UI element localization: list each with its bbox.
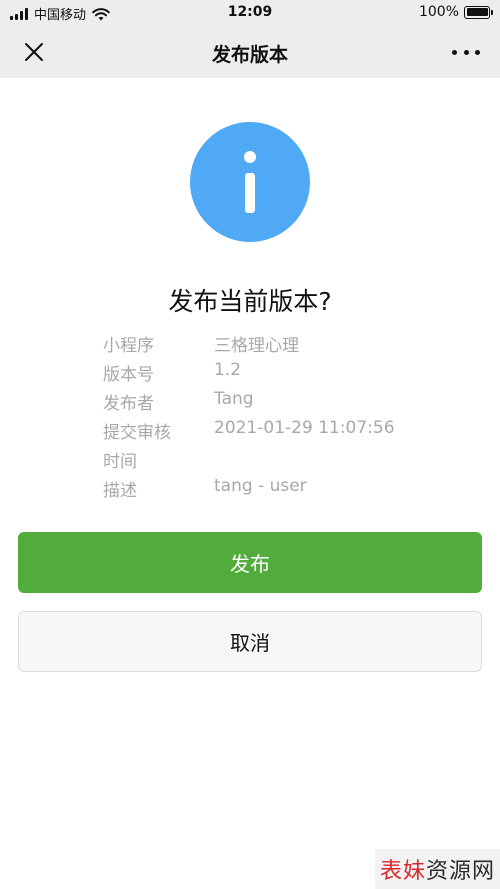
watermark-part1: 表妹 xyxy=(379,859,426,884)
navigation-bar: 发布版本 xyxy=(0,26,500,78)
cancel-button[interactable]: 取消 xyxy=(18,611,482,672)
close-icon[interactable] xyxy=(22,40,46,64)
detail-label: 时间 xyxy=(103,452,137,472)
more-dots-icon[interactable] xyxy=(452,48,480,56)
battery-icon xyxy=(464,5,493,19)
detail-label: 版本号 xyxy=(103,365,154,385)
status-bar: 中国移动 12:09 100% xyxy=(0,0,500,26)
battery-fill xyxy=(466,8,488,16)
detail-value: Tang xyxy=(214,389,254,409)
watermark-part2: 资源网 xyxy=(426,859,496,884)
detail-label: 描述 xyxy=(103,481,137,501)
detail-label: 小程序 xyxy=(103,336,154,356)
detail-value: tang - user xyxy=(214,476,307,496)
publish-button[interactable]: 发布 xyxy=(18,532,482,593)
page-title: 发布版本 xyxy=(211,44,288,66)
battery-percent: 100% xyxy=(418,4,459,20)
watermark-logo: 表妹 资源网 xyxy=(375,849,500,889)
status-right: 100% xyxy=(418,4,493,20)
dialog-title: 发布当前版本? xyxy=(168,287,332,316)
detail-value: 1.2 xyxy=(214,360,242,380)
detail-label: 发布者 xyxy=(103,394,154,414)
detail-value: 三格理心理 xyxy=(214,336,299,356)
info-icon xyxy=(190,122,310,242)
detail-label: 提交审核 xyxy=(103,423,171,443)
detail-value: 2021-01-29 11:07:56 xyxy=(214,418,395,438)
